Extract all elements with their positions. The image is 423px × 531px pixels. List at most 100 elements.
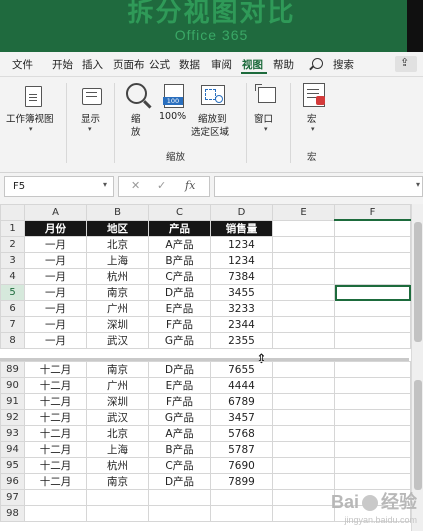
column-header[interactable]: E [272,204,335,221]
tab-review[interactable]: 审阅 [211,57,232,72]
row-header[interactable]: 3 [0,252,25,269]
cell[interactable]: 上海 [86,441,149,458]
row-header[interactable]: 96 [0,473,25,490]
cell[interactable]: 一月 [24,332,87,349]
scroll-thumb-bottom[interactable] [414,380,422,490]
cell[interactable]: 南京 [86,473,149,490]
cell[interactable]: 3233 [210,300,273,317]
row-header[interactable]: 94 [0,441,25,458]
formula-input[interactable]: ▾ [214,176,423,197]
cell[interactable]: 2355 [210,332,273,349]
row-header[interactable]: 7 [0,316,25,333]
column-header[interactable]: B [86,204,149,221]
chevron-down-icon[interactable]: ▾ [416,180,420,189]
cell[interactable] [272,377,335,394]
cell[interactable] [210,505,273,522]
cell[interactable]: 南京 [86,284,149,301]
cell[interactable] [272,252,335,269]
row-header[interactable]: 89 [0,361,25,378]
cell[interactable] [272,284,335,301]
row-header[interactable]: 1 [0,219,25,237]
cell[interactable]: 4444 [210,377,273,394]
tab-view[interactable]: 视图 [242,57,263,72]
cell[interactable]: B产品 [148,441,211,458]
tab-data[interactable]: 数据 [179,57,200,72]
name-box[interactable]: F5 ▾ [4,176,114,197]
tab-file[interactable]: 文件 [12,57,33,72]
column-header[interactable]: D [210,204,273,221]
cell[interactable] [272,393,335,410]
cell[interactable]: 武汉 [86,332,149,349]
cell[interactable]: 2344 [210,316,273,333]
cell[interactable]: 十二月 [24,361,87,378]
cell[interactable] [272,457,335,474]
cell[interactable]: C产品 [148,457,211,474]
cell[interactable]: 十二月 [24,441,87,458]
cell[interactable] [24,505,87,522]
cell[interactable]: 5768 [210,425,273,442]
row-header[interactable]: 98 [0,505,25,522]
cell[interactable] [272,409,335,426]
selected-cell[interactable] [334,284,411,301]
cell[interactable]: 广州 [86,377,149,394]
row-header[interactable]: 90 [0,377,25,394]
cell[interactable]: 5787 [210,441,273,458]
column-header[interactable]: C [148,204,211,221]
cell[interactable]: 一月 [24,252,87,269]
cell[interactable] [86,505,149,522]
row-header[interactable]: 97 [0,489,25,506]
scroll-thumb-top[interactable] [414,222,422,342]
row-header[interactable]: 91 [0,393,25,410]
insert-function-icon[interactable]: fx [185,179,195,192]
cell[interactable] [272,268,335,285]
cell[interactable]: 1234 [210,236,273,253]
cell[interactable]: 一月 [24,284,87,301]
cell[interactable] [272,300,335,317]
cell[interactable]: C产品 [148,268,211,285]
cell[interactable]: 地区 [86,219,149,237]
select-all-corner[interactable] [0,204,25,221]
cell[interactable]: D产品 [148,473,211,490]
cell[interactable]: 7690 [210,457,273,474]
cell[interactable] [334,236,411,253]
cell[interactable] [86,489,149,506]
search-icon[interactable] [312,58,323,69]
cell[interactable] [272,236,335,253]
row-header[interactable]: 4 [0,268,25,285]
cell[interactable]: 3457 [210,409,273,426]
cell[interactable]: B产品 [148,252,211,269]
cell[interactable]: 十二月 [24,425,87,442]
cell[interactable] [334,332,411,349]
vertical-scrollbar[interactable] [411,204,423,531]
cell[interactable]: 十二月 [24,457,87,474]
cell[interactable]: 杭州 [86,268,149,285]
cell[interactable] [334,425,411,442]
cell[interactable]: A产品 [148,425,211,442]
cell[interactable]: G产品 [148,332,211,349]
cell[interactable] [334,457,411,474]
cell[interactable] [334,441,411,458]
cell[interactable]: 十二月 [24,393,87,410]
cell[interactable]: 一月 [24,316,87,333]
cell[interactable] [334,219,411,237]
cell[interactable] [272,316,335,333]
cell[interactable]: 武汉 [86,409,149,426]
cell[interactable]: 杭州 [86,457,149,474]
cell[interactable]: 月份 [24,219,87,237]
cell[interactable] [272,332,335,349]
row-header[interactable]: 95 [0,457,25,474]
cell[interactable] [334,252,411,269]
cell[interactable]: 1234 [210,252,273,269]
tab-home[interactable]: 开始 [52,57,73,72]
cell[interactable]: 7384 [210,268,273,285]
row-header[interactable]: 93 [0,425,25,442]
cell[interactable] [272,425,335,442]
cell[interactable] [272,505,335,522]
cell[interactable] [334,268,411,285]
row-header[interactable]: 8 [0,332,25,349]
cell[interactable]: 深圳 [86,316,149,333]
cell[interactable] [334,361,411,378]
cell[interactable] [272,441,335,458]
cell[interactable]: 深圳 [86,393,149,410]
cell[interactable]: D产品 [148,284,211,301]
